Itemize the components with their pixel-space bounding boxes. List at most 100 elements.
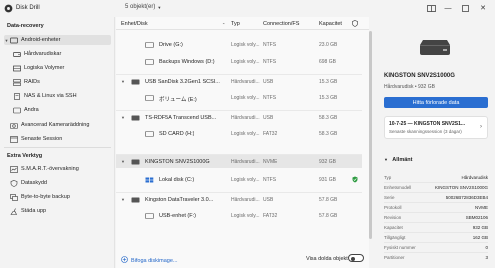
table-row[interactable]: SD CARD (H:) Logisk voly... FAT32 58.3 G… [116,127,362,141]
sidebar-item-smart[interactable]: S.M.A.R.T.-övervakning [4,164,111,174]
sidebar-item-label: RAIDs [24,79,40,85]
device-name: KINGSTON SNV2S1000G [145,159,210,165]
sidebar-item-logical-volumes[interactable]: Logiska Volymer [12,63,111,73]
logical-volume-icon [12,65,21,72]
sidebar-item-nas[interactable]: NAS & Linux via SSH [12,91,111,101]
chevron-down-icon[interactable]: ▼ [121,115,125,120]
device-fs: USB [263,115,274,121]
column-header-connection[interactable]: Connection/FS [263,21,299,27]
property-row: Protokoll NVME [384,203,488,213]
chevron-down-icon[interactable]: ▼ [121,79,125,84]
table-row[interactable]: ▼ USB SanDisk 3.2Gen1 SCSI... Hårdvarudi… [116,74,362,88]
sidebar-item-other[interactable]: Andra [12,105,111,115]
sidebar-item-cleanup[interactable]: Städa upp [4,206,111,216]
sidebar-item-hardware-disks[interactable]: Hårdvarudiskar [12,49,111,59]
backup-icon [9,193,18,201]
attach-disk-image-link[interactable]: Bifoga diskimage... [121,256,177,265]
chevron-down-icon[interactable]: ▼ [121,197,125,202]
sidebar-item-label: Städa upp [21,208,47,214]
other-icon [12,107,21,114]
book-icon[interactable] [425,2,437,14]
property-value: KINGSTON SNV2S1000G [435,185,488,190]
table-row-selected[interactable]: ▼ KINGSTON SNV2S1000G Hårdvarudi... NVME… [116,154,362,168]
property-key: Fysiskt nummer [384,245,416,250]
volume-icon [145,42,154,48]
chevron-down-icon[interactable]: ▼ [157,5,161,10]
sidebar-item-recent-session[interactable]: Senaste Session [4,134,111,144]
device-type: Hårdvarudi... [231,159,260,165]
device-type: Logisk voly... [231,131,260,137]
raid-icon [12,78,21,86]
object-count: 5 objekt(er) ▼ [125,4,161,10]
property-row: Kapacitet 932 GB [384,223,488,233]
property-row: Partitioner 3 [384,253,488,263]
show-hidden-label: Visa dolda objekt [306,256,348,262]
maximize-button[interactable] [459,2,471,14]
property-row: Serie 50026B72836D3EB4 [384,193,488,203]
sort-chevron-icon[interactable]: ⌃ [222,22,225,27]
table-row[interactable]: Backups Windows (D:) Logisk voly... NTFS… [116,55,362,69]
device-name: USB-enhet (F:) [159,213,196,219]
device-type: Logisk voly... [231,59,260,65]
sidebar-item-label: S.M.A.R.T.-övervakning [21,166,79,172]
property-value: 0 [485,245,488,250]
table-scrollbar[interactable] [369,31,372,239]
chevron-down-icon[interactable]: ▼ [121,159,125,164]
session-title: 10-7-25 — KINGSTON SNV2S1... [389,121,466,127]
property-value: 932 GB [472,225,488,230]
table-row[interactable]: Lokal disk (C:) Logisk voly... NTFS 931 … [116,173,362,187]
close-button[interactable]: ✕ [477,2,489,14]
find-lost-data-button[interactable]: Hitta förlorade data [384,97,488,108]
cleanup-icon [9,207,18,215]
sidebar-item-raids[interactable]: RAIDs [12,77,111,87]
android-icon [9,37,18,44]
sidebar-item-camera-recovery[interactable]: Avancerad Kameraräddning [4,120,111,130]
column-header-device[interactable]: Enhet/Disk [121,21,148,27]
property-value: SBM02106 [465,215,488,220]
disk-device-icon [420,40,450,55]
sidebar-item-label: Andra [24,107,39,113]
table-header: Enhet/Disk ⌃ Typ Connection/FS Kapacitet [116,17,369,30]
recent-session-card[interactable]: 10-7-25 — KINGSTON SNV2S1... Senaste ska… [384,116,488,139]
sidebar-item-data-protection[interactable]: Dataskydd [4,178,111,188]
chevron-right-icon: › [480,124,482,130]
property-key: Partitioner [384,255,405,260]
column-header-type[interactable]: Typ [231,21,240,27]
object-count-label: 5 objekt(er) [125,4,156,10]
sidebar-item-byte-backup[interactable]: Byte-to-byte backup [4,192,111,202]
camera-icon [9,122,18,129]
property-row: Revision SBM02106 [384,213,488,223]
property-key: Enhetsmodell [384,185,412,190]
property-key: Tillgängligt [384,235,406,240]
nas-icon [12,92,21,100]
table-row[interactable]: ▼ Kingston DataTraveler 3.0... Hårdvarud… [116,192,362,206]
device-name: USB SanDisk 3.2Gen1 SCSI... [145,79,220,85]
volume-icon [145,213,154,219]
usb-drive-icon [131,197,140,203]
table-row[interactable]: Drive (G:) Logisk voly... NTFS 23.0 GB [116,38,362,52]
general-header-label: Allmänt [392,157,413,163]
volume-icon [145,95,154,101]
usb-drive-icon [131,115,140,121]
usb-drive-icon [131,79,140,85]
table-row[interactable]: ▼ TS-RDF5A Transcend USB... Hårdvarudi..… [116,110,362,124]
table-row[interactable]: USB-enhet (F:) Logisk voly... FAT32 57.8… [116,209,362,223]
device-name: Lokal disk (C:) [159,177,195,183]
minimize-button[interactable]: — [442,2,454,14]
property-key: Typ [384,175,392,180]
general-section-header[interactable]: ▼ Allmänt [384,157,412,163]
volume-icon [145,131,154,137]
sidebar-item-label: Byte-to-byte backup [21,194,70,200]
volume-icon [145,59,154,65]
smart-icon [9,165,18,173]
table-row[interactable]: ボリューム (E:) Logisk voly... NTFS 15.3 GB [116,91,362,105]
section-extra-tools: Extra Verktyg [7,153,43,159]
show-hidden-toggle[interactable] [348,254,364,262]
device-fs: FAT32 [263,131,278,137]
device-type: Logisk voly... [231,177,260,183]
device-name: ボリューム (E:) [159,97,197,103]
property-key: Kapacitet [384,225,403,230]
device-fs: NTFS [263,177,277,183]
column-header-capacity[interactable]: Kapacitet [319,21,342,27]
sidebar-item-android[interactable]: ▼ Android-enheter [4,35,111,45]
